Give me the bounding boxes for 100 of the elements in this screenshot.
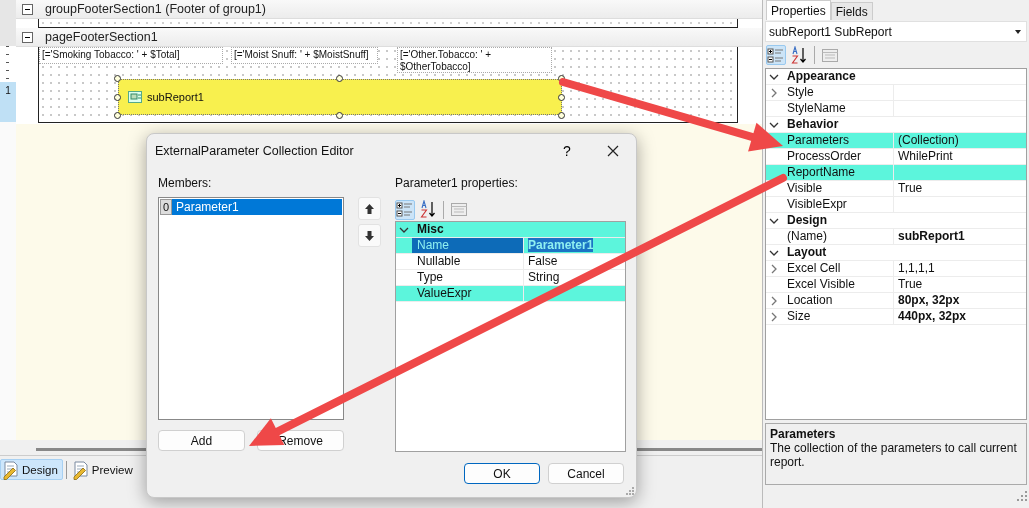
- panel-tab[interactable]: Properties: [766, 0, 831, 20]
- categorized-icon: [767, 45, 785, 65]
- property-row[interactable]: Size 440px, 32px: [766, 309, 1026, 325]
- property-value: (Collection): [898, 133, 959, 147]
- property-row[interactable]: Visible True: [766, 181, 1026, 197]
- resize-grip-icon: [1017, 491, 1027, 501]
- property-row[interactable]: (Name) subReport1: [766, 229, 1026, 245]
- resize-handle[interactable]: [114, 75, 121, 82]
- dropdown-arrow-icon: [1014, 28, 1022, 35]
- arrow-down-icon: [364, 229, 375, 242]
- property-row[interactable]: VisibleExpr: [766, 197, 1026, 213]
- text-field[interactable]: [='Smoking Tobacco: ' + $Total]: [39, 47, 223, 64]
- property-value: WhilePrint: [898, 149, 953, 163]
- subreport-icon: [127, 89, 143, 105]
- category-label: Misc: [416, 222, 444, 237]
- panel-tab[interactable]: Fields: [830, 2, 873, 20]
- page-pencil-icon: [2, 459, 18, 480]
- property-row[interactable]: Parameters (Collection): [766, 133, 1026, 149]
- property-value: True: [898, 277, 923, 291]
- property-name: Name: [417, 238, 449, 252]
- text-field[interactable]: [='Moist Snuff: ' + $MoistSnuff]: [231, 47, 378, 64]
- subreport-label: subReport1: [147, 91, 204, 103]
- cancel-button[interactable]: Cancel: [548, 463, 624, 484]
- property-row[interactable]: Excel Visible True: [766, 277, 1026, 293]
- object-name: subReport1 SubReport: [769, 24, 892, 39]
- member-item[interactable]: Parameter1: [172, 199, 342, 215]
- property-value: False: [528, 254, 558, 268]
- page-pencil-icon: [71, 459, 88, 480]
- categorized-button[interactable]: [395, 199, 415, 220]
- property-row[interactable]: Name Parameter1: [396, 238, 625, 254]
- property-value: True: [898, 181, 923, 195]
- description-text: The collection of the parameters to call current report.: [770, 441, 1018, 469]
- sort-button[interactable]: [418, 199, 438, 220]
- property-name: Excel Visible: [787, 277, 855, 291]
- property-row[interactable]: ValueExpr: [396, 286, 625, 302]
- resize-handle[interactable]: [336, 112, 343, 119]
- move-up-button[interactable]: [358, 197, 381, 220]
- resize-handle[interactable]: [558, 94, 565, 101]
- resize-handle[interactable]: [114, 94, 121, 101]
- chevron-right-icon[interactable]: [769, 294, 779, 307]
- description-title: Parameters: [770, 427, 837, 441]
- property-name: Nullable: [417, 254, 461, 268]
- property-name: Parameters: [787, 133, 850, 147]
- chevron-right-icon[interactable]: [769, 86, 779, 99]
- property-row[interactable]: StyleName: [766, 101, 1026, 117]
- section-title: groupFooterSection1 (Footer of group1): [45, 2, 266, 16]
- members-label: Members:: [158, 175, 213, 192]
- property-row[interactable]: Location 80px, 32px: [766, 293, 1026, 309]
- dialog-title: ExternalParameter Collection Editor: [155, 143, 355, 158]
- move-down-button[interactable]: [358, 224, 381, 247]
- ok-button[interactable]: OK: [464, 463, 540, 484]
- chevron-right-icon[interactable]: [769, 262, 779, 275]
- properties-label: Parameter1 properties:: [395, 175, 519, 192]
- property-name: ProcessOrder: [787, 149, 862, 163]
- sort-button[interactable]: [789, 45, 809, 65]
- property-name: StyleName: [787, 101, 846, 115]
- chevron-right-icon[interactable]: [769, 310, 779, 323]
- property-row[interactable]: Style: [766, 85, 1026, 101]
- resize-handle[interactable]: [558, 75, 565, 82]
- property-value: 440px, 32px: [898, 309, 967, 323]
- property-row[interactable]: ReportName: [766, 165, 1026, 181]
- property-name: Location: [787, 293, 833, 307]
- help-button[interactable]: ?: [544, 134, 590, 167]
- ruler-number: 1: [5, 85, 11, 96]
- property-name: Type: [417, 270, 443, 284]
- object-dropdown[interactable]: subReport1 SubReport: [765, 21, 1027, 42]
- resize-handle[interactable]: [336, 75, 343, 82]
- view-tab[interactable]: Design: [0, 459, 63, 480]
- resize-handle[interactable]: [558, 112, 565, 119]
- add-button[interactable]: Add: [158, 430, 245, 451]
- category-label: Layout: [786, 245, 827, 260]
- view-tab[interactable]: Preview: [69, 459, 138, 480]
- text-field[interactable]: [='Other.Tobacco: ' + $OtherTobacco]: [397, 47, 552, 73]
- property-value: Parameter1: [528, 238, 594, 252]
- property-pages-icon: [450, 200, 468, 219]
- property-row[interactable]: Nullable False: [396, 254, 625, 270]
- sort-alphabetical-icon: [791, 45, 807, 65]
- property-value: 80px, 32px: [898, 293, 960, 307]
- property-name: ReportName: [787, 165, 856, 179]
- property-name: VisibleExpr: [787, 197, 847, 211]
- property-value: subReport1: [898, 229, 965, 243]
- category-label: Appearance: [786, 69, 856, 84]
- categorized-button[interactable]: [766, 45, 786, 65]
- property-row[interactable]: Excel Cell 1,1,1,1: [766, 261, 1026, 277]
- property-name: Size: [787, 309, 811, 323]
- property-value: 1,1,1,1: [898, 261, 935, 275]
- resize-handle[interactable]: [114, 112, 121, 119]
- collapse-icon[interactable]: [22, 3, 33, 15]
- property-name: Excel Cell: [787, 261, 841, 275]
- sort-alphabetical-icon: [420, 200, 436, 219]
- collapse-icon[interactable]: [22, 31, 33, 43]
- arrow-up-icon: [364, 202, 375, 215]
- property-value: String: [528, 270, 560, 284]
- subreport-control[interactable]: subReport1: [118, 79, 562, 115]
- member-index: 0: [160, 199, 172, 215]
- section-title: pageFooterSection1: [45, 30, 158, 44]
- property-name: Style: [787, 85, 814, 99]
- category-label: Design: [786, 213, 827, 228]
- property-name: (Name): [787, 229, 827, 243]
- resize-grip-icon: [626, 487, 634, 495]
